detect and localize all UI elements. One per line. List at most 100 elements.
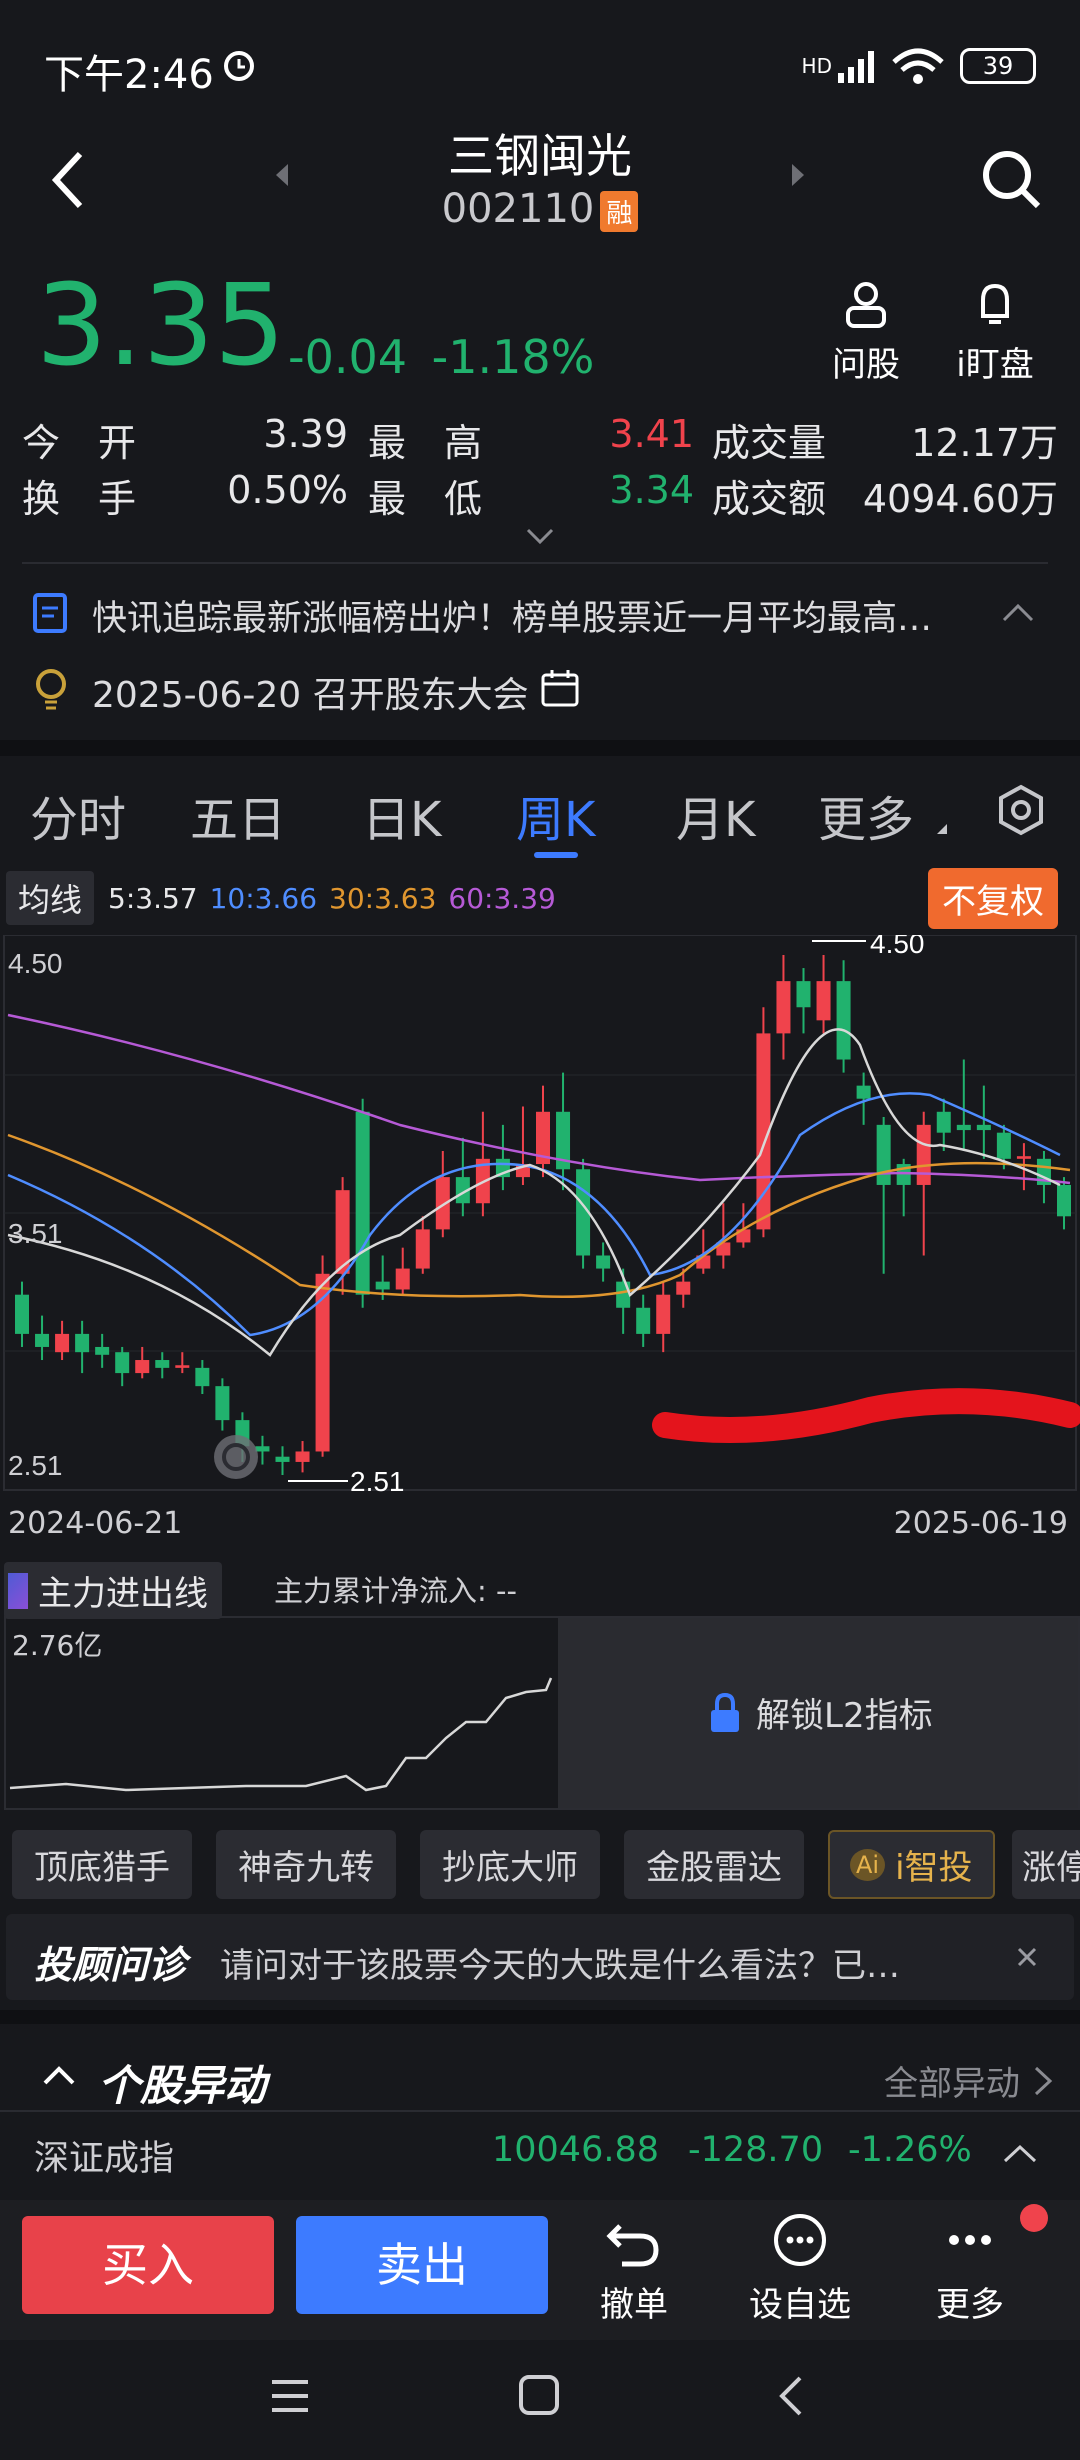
buy-button[interactable]: 买入 (22, 2216, 274, 2314)
cancel-order-button[interactable]: 撤单 (584, 2212, 684, 2326)
tool-nine-turn[interactable]: 神奇九转 (216, 1830, 396, 1899)
tab-five-day[interactable]: 五日 (190, 780, 286, 850)
candle-body (215, 1386, 230, 1421)
last-price: 3.35 (36, 261, 286, 391)
tab-more[interactable]: 更多 (818, 780, 914, 850)
bell-icon (981, 283, 1009, 324)
collapse-chevron-icon[interactable] (1000, 600, 1036, 624)
candle-body (836, 981, 851, 1060)
tab-month-k[interactable]: 月K (676, 780, 755, 850)
candle-body (355, 1111, 370, 1295)
tab-week-k[interactable]: 周K (516, 780, 595, 850)
index-pct: -1.26% (848, 2130, 972, 2170)
x-end-label: 2025-06-19 (893, 1506, 1068, 1541)
dots-circle-icon (774, 2214, 826, 2266)
watch-button[interactable]: i盯盘 (940, 280, 1050, 386)
candle-body (395, 1268, 410, 1290)
candle-body (596, 1255, 611, 1269)
ask-stock-label: 问股 (832, 345, 900, 385)
ma10-label: 10:3.66 (209, 881, 318, 915)
settings-icon[interactable] (996, 784, 1046, 836)
candle-body (195, 1367, 210, 1387)
open-value: 3.39 (263, 412, 348, 456)
search-icon[interactable] (980, 148, 1042, 210)
news-ticker[interactable]: 快讯追踪最新涨幅榜出炉！榜单股票近一月平均最高… (92, 590, 932, 641)
advisor-banner[interactable]: 投顾问诊 请问对于该股票今天的大跌是什么看法？已… (6, 1914, 1074, 2000)
indicator-icon (8, 1572, 28, 1609)
turnover-label: 换 手 (22, 477, 137, 521)
ma60-label: 60:3.39 (448, 881, 556, 915)
max-marker-label: 4.50 (870, 935, 925, 959)
candle-body (1016, 1156, 1031, 1159)
event-text[interactable]: 2025-06-20 召开股东大会 (92, 666, 529, 718)
person-icon (846, 282, 886, 328)
bottom-action-bar: 买入 卖出 撤单 设自选 更多 (0, 2200, 1080, 2340)
candle-body (415, 1229, 430, 1269)
tool-gold-radar[interactable]: 金股雷达 (624, 1830, 804, 1899)
stock-header: 三钢闽光 002110 融 (0, 120, 1080, 260)
menu-icon[interactable] (270, 2378, 310, 2414)
anomaly-title: 个股异动 (98, 2061, 267, 2110)
back-nav-icon[interactable] (776, 2374, 806, 2418)
tab-minute[interactable]: 分时 (30, 780, 126, 850)
amount-value: 4094.60万 (862, 477, 1058, 521)
calendar-add-icon[interactable] (540, 668, 582, 710)
tool-bottom-fishing[interactable]: 抄底大师 (420, 1830, 600, 1899)
open-label: 今 开 (22, 421, 137, 465)
replay-icon (214, 1435, 258, 1479)
more-caret-icon (937, 824, 947, 834)
candle-body (75, 1333, 90, 1353)
tool-top-bottom[interactable]: 顶底猎手 (12, 1830, 192, 1899)
add-watchlist-button[interactable]: 设自选 (740, 2212, 860, 2326)
candle-body (676, 1281, 691, 1295)
status-time: 下午2:46 (44, 52, 214, 98)
index-collapse-icon[interactable] (1002, 2142, 1038, 2164)
index-value: 10046.88 (492, 2130, 660, 2170)
sell-button[interactable]: 卖出 (296, 2216, 548, 2314)
close-icon[interactable] (1016, 1946, 1038, 1968)
tool-ai-invest[interactable]: Ai i智投 (828, 1830, 995, 1899)
system-nav-bar (0, 2340, 1080, 2460)
candle-body (616, 1281, 631, 1308)
margin-badge: 融 (600, 190, 639, 232)
candle-body (656, 1294, 671, 1334)
wifi-icon (892, 48, 944, 84)
y-tick-mid: 3.51 (8, 1218, 63, 1249)
min-marker-label: 2.51 (350, 1466, 405, 1495)
collapse-up-icon[interactable] (42, 2064, 76, 2086)
tool-limit-up[interactable]: 涨停 (1012, 1830, 1080, 1899)
amount-label: 成交额 (712, 477, 827, 521)
candle-body (956, 1124, 971, 1131)
ma-selector[interactable]: 均线 (6, 871, 95, 925)
candle-body (856, 1085, 871, 1099)
home-icon[interactable] (518, 2374, 560, 2416)
candle-body (15, 1294, 29, 1334)
unlock-row[interactable]: 解锁L2指标 (708, 1688, 933, 1737)
adjust-button[interactable]: 不复权 (928, 868, 1058, 929)
locked-overlay[interactable]: 解锁L2指标 (558, 1618, 1078, 1808)
index-name: 深证成指 (34, 2139, 175, 2179)
low-label: 最 低 (368, 477, 483, 521)
candle-body (135, 1360, 150, 1374)
status-bar: 下午2:46 HD 39 (0, 0, 1080, 130)
candle-body (255, 1446, 270, 1452)
cancel-order-label: 撤单 (600, 2285, 668, 2325)
candle-body (816, 981, 831, 1021)
all-anomaly-link[interactable]: 全部异动 (884, 2056, 1056, 2105)
candle-body (976, 1124, 991, 1131)
ask-stock-button[interactable]: 问股 (818, 280, 914, 386)
stock-name: 三钢闽光 (448, 129, 632, 183)
candle-body (115, 1352, 130, 1374)
candle-body (175, 1365, 190, 1368)
volume-label: 成交量 (712, 421, 827, 465)
tab-day-k[interactable]: 日K (362, 780, 441, 850)
signal-icon (838, 51, 874, 83)
expand-chevron-icon[interactable] (524, 526, 556, 548)
kline-chart[interactable]: 4.50 3.51 2.51 4.50 2.51 (0, 935, 1080, 1495)
indicator-selector[interactable]: 主力进出线 (4, 1562, 222, 1619)
high-value: 3.41 (609, 412, 694, 456)
add-watchlist-label: 设自选 (749, 2285, 851, 2325)
more-button[interactable]: 更多 (920, 2212, 1020, 2326)
candle-body (996, 1132, 1011, 1159)
undo-icon (606, 2224, 659, 2267)
